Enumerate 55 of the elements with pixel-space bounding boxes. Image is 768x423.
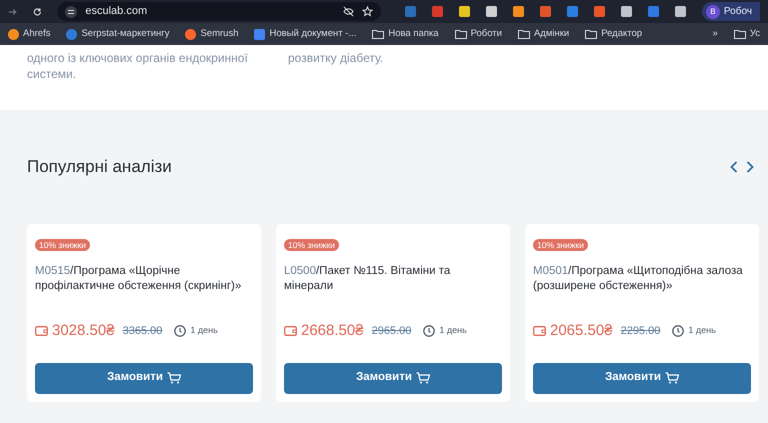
- duration-text: 1 день: [439, 324, 467, 337]
- star-icon[interactable]: [362, 6, 373, 17]
- reload-icon[interactable]: [32, 6, 42, 16]
- price-text: 3028.50₴: [52, 320, 115, 340]
- product-title[interactable]: M0515/Програма «Щорічне профілактичне обстеження (скринінг)»: [35, 264, 253, 320]
- old-price-text: 2295.00: [620, 324, 660, 338]
- bookmark[interactable]: Редактор: [585, 26, 642, 42]
- address-bar[interactable]: esculab.com: [57, 2, 381, 21]
- bookmark[interactable]: Адмінки: [518, 26, 570, 42]
- price-text: 2065.50₴: [550, 320, 613, 340]
- duration-text: 1 день: [688, 324, 716, 337]
- duration-text: 1 день: [190, 324, 218, 337]
- clock-icon: [672, 324, 684, 337]
- cart-icon: [664, 372, 679, 384]
- old-price-text: 3365.00: [122, 324, 162, 338]
- folder-icon: [585, 29, 598, 39]
- clock-icon: [174, 324, 186, 337]
- discount-badge: 10% знижки: [284, 238, 339, 250]
- folder-icon: [734, 29, 746, 39]
- more-bookmarks-button[interactable]: »: [712, 26, 718, 42]
- cart-icon: [166, 372, 181, 384]
- price-text: 2668.50₴: [301, 320, 364, 340]
- wallet-icon: [284, 325, 297, 336]
- folder-icon: [518, 29, 530, 39]
- cart-icon: [416, 372, 430, 384]
- wallet-icon: [533, 325, 546, 336]
- order-button[interactable]: Замовити: [284, 362, 502, 394]
- order-button[interactable]: Замовити: [533, 362, 751, 394]
- product-title[interactable]: M0501/Програма «Щитоподібна залоза (розширене обстеження)»: [533, 264, 751, 320]
- product-title[interactable]: L0500/Пакет №115. Вітаміни та мінерали: [284, 264, 502, 320]
- bookmark[interactable]: Роботи: [454, 26, 502, 42]
- eye-slash-icon[interactable]: [342, 6, 354, 17]
- profile-button[interactable]: В Робоч: [702, 2, 760, 21]
- bookmark[interactable]: Новый документ -...: [254, 26, 356, 42]
- bookmark[interactable]: Ус: [734, 26, 760, 42]
- bookmark[interactable]: Serpstat-маркетингу: [66, 26, 170, 42]
- description-text: розвитку діабету.: [288, 51, 384, 67]
- description-text: одного із ключових органів ендокринної системи.: [27, 51, 249, 83]
- old-price-text: 2965.00: [372, 324, 412, 338]
- discount-badge: 10% знижки: [533, 238, 588, 250]
- bookmark[interactable]: Semrush: [185, 26, 238, 42]
- discount-badge: 10% знижки: [35, 238, 90, 250]
- section-title: Популярні аналізи: [27, 156, 172, 178]
- site-settings-icon[interactable]: [65, 6, 78, 18]
- forward-icon[interactable]: [8, 6, 17, 16]
- clock-icon: [423, 324, 436, 337]
- wallet-icon: [35, 325, 48, 336]
- order-button[interactable]: Замовити: [35, 362, 253, 394]
- folder-icon: [372, 29, 384, 39]
- chevron-left-icon: [730, 160, 738, 173]
- folder-icon: [454, 29, 467, 39]
- chevron-right-icon: [746, 160, 754, 173]
- bookmark[interactable]: Ahrefs: [8, 26, 50, 42]
- bookmark[interactable]: Нова папка: [372, 26, 439, 42]
- url-text: esculab.com: [85, 4, 148, 20]
